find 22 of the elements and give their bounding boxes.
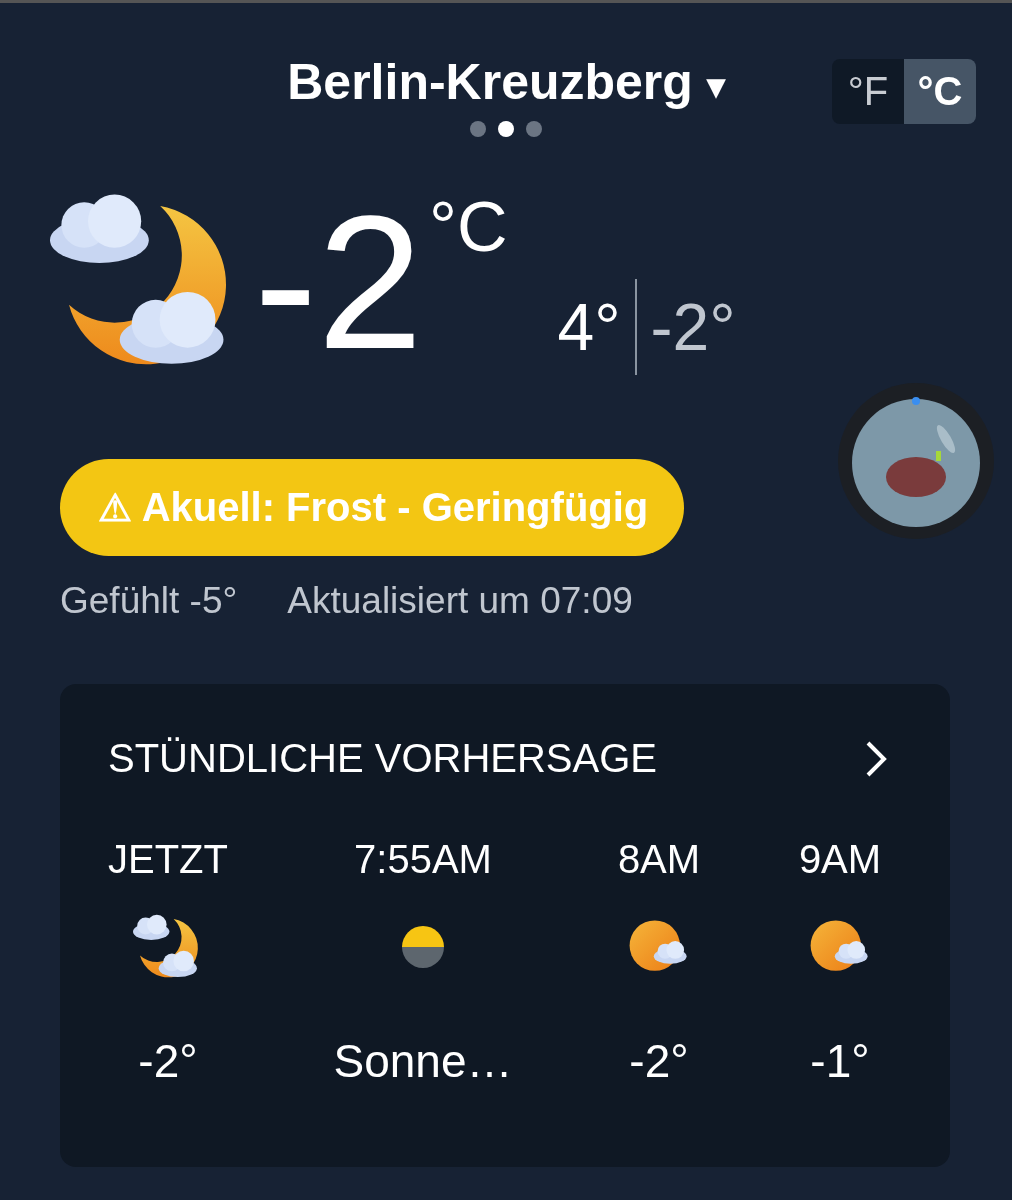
hour-time: 7:55AM	[354, 837, 492, 882]
page-dot[interactable]	[498, 121, 514, 137]
bean-bubble-icon[interactable]	[836, 381, 996, 541]
current-temperature: -2	[254, 187, 423, 377]
page-dot[interactable]	[470, 121, 486, 137]
hourly-title: STÜNDLICHE VORHERSAGE	[108, 736, 657, 781]
unit-toggle[interactable]: °C	[904, 59, 976, 124]
updated-time: Aktualisiert um 07:09	[287, 580, 633, 622]
hour-time: JETZT	[108, 837, 228, 882]
page-dot[interactable]	[526, 121, 542, 137]
hour-value: Sonne…	[333, 1034, 513, 1088]
low-temperature: -2°	[650, 289, 736, 365]
hour-value: -2°	[138, 1034, 198, 1088]
temperature-unit: °C	[428, 187, 508, 267]
location-title[interactable]: Berlin-Kreuzberg ▾	[287, 53, 725, 111]
feels-like: Gefühlt -5°	[60, 580, 238, 622]
high-temperature: 4°	[557, 289, 621, 365]
hour-time: 9AM	[798, 837, 882, 882]
hour-time: 8AM	[617, 837, 701, 882]
hour-value: -2°	[629, 1034, 689, 1088]
hour-value: -1°	[810, 1034, 870, 1088]
unit-toggle[interactable]: °F	[832, 59, 904, 124]
